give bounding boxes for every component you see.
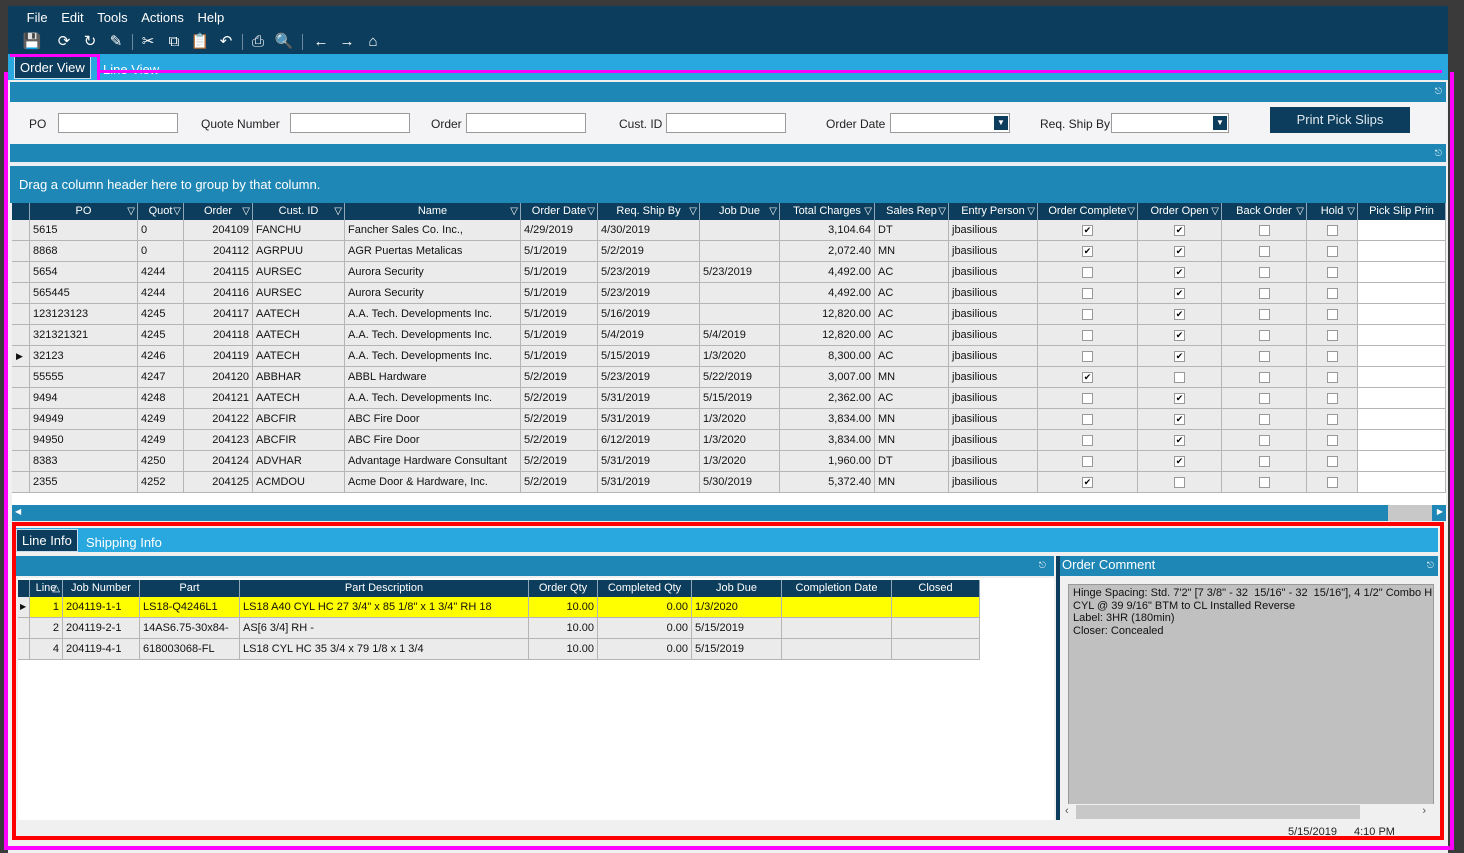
print-preview-icon[interactable]: 🔍: [274, 32, 294, 52]
home-icon[interactable]: ⌂: [363, 32, 383, 52]
menu-actions[interactable]: Actions: [136, 6, 189, 25]
annotation-outline: [100, 70, 1442, 76]
menu-file[interactable]: File: [22, 6, 53, 25]
menu-bar: File Edit Tools Actions Help: [8, 6, 1448, 30]
forward-icon[interactable]: →: [337, 32, 357, 52]
annotation-outline: [12, 522, 1444, 840]
cut-icon[interactable]: ✂: [138, 32, 158, 52]
clear-icon[interactable]: ✎: [106, 32, 126, 52]
print-icon[interactable]: ⎙: [248, 32, 268, 52]
copy-icon[interactable]: ⧉: [164, 32, 184, 52]
undo-icon[interactable]: ↶: [216, 32, 236, 52]
menu-tools[interactable]: Tools: [92, 6, 132, 25]
menu-edit[interactable]: Edit: [56, 6, 88, 25]
paste-icon[interactable]: 📋: [190, 32, 210, 52]
menu-help[interactable]: Help: [192, 6, 229, 25]
toolbar: 💾 ⟳ ↻ ✎ ✂ ⧉ 📋 ↶ ⎙ 🔍 ← → ⌂: [8, 30, 1448, 54]
refresh-icon[interactable]: ⟳: [54, 32, 74, 52]
back-icon[interactable]: ←: [311, 32, 331, 52]
sync-icon[interactable]: ↻: [80, 32, 100, 52]
annotation-outline: [10, 54, 100, 80]
save-icon[interactable]: 💾: [22, 32, 42, 52]
